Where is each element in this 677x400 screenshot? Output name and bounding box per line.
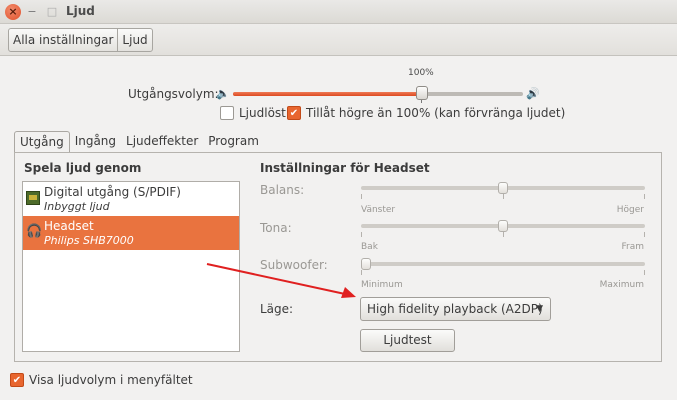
annotation-arrow-line: [206, 263, 346, 295]
annotation-arrow-head: [341, 287, 356, 298]
annotation-arrow: [206, 263, 356, 298]
